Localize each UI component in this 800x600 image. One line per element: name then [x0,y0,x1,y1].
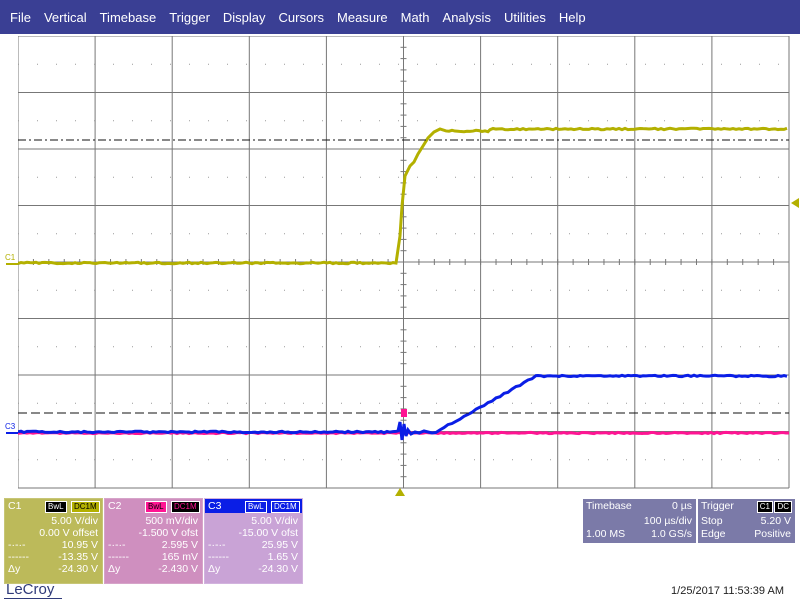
cursor1-icon: -·-·- [108,540,125,551]
menu-timebase[interactable]: Timebase [90,10,157,25]
c3-delta: -24.30 V [258,564,298,575]
trigger-type: Edge [701,528,726,540]
c3-ground-line [6,432,18,434]
c3-cursor2: 1.65 V [268,552,298,563]
cursor2-icon: ------ [208,552,229,563]
cursor1-icon: -·-·- [8,540,25,551]
c3-bw-tag: BwL [245,501,267,513]
timestamp: 1/25/2017 11:53:39 AM [671,585,784,597]
trigger-level: 5.20 V [761,515,791,527]
c2-trigger-marker [401,409,407,417]
cursor1-icon: -·-·- [208,540,225,551]
c2-offset: -1.500 V ofst [138,528,198,539]
c1-scale: 5.00 V/div [51,516,98,527]
menu-analysis[interactable]: Analysis [433,10,491,25]
timebase-scale: 100 µs/div [644,515,692,527]
c3-cursor1: 25.95 V [262,540,298,551]
c2-label: C2 [108,500,121,512]
waveform-svg [18,36,800,496]
trigger-panel[interactable]: Trigger C1 DC Stop 5.20 V Edge Positive [698,499,795,543]
c1-delta: -24.30 V [58,564,98,575]
c2-cursor1: 2.595 V [162,540,198,551]
c2-delta: -2.430 V [158,564,198,575]
c1-offset: 0.00 V offset [39,528,98,539]
trace-c3 [18,375,787,440]
menu-display[interactable]: Display [213,10,266,25]
menu-vertical[interactable]: Vertical [34,10,87,25]
timebase-rate: 1.0 GS/s [651,528,692,540]
menu-utilities[interactable]: Utilities [494,10,546,25]
menu-file[interactable]: File [0,10,31,25]
cursor2-icon: ------ [108,552,129,563]
timebase-panel[interactable]: Timebase 0 µs 100 µs/div 1.00 MS 1.0 GS/s [583,499,696,543]
cursor2-icon: ------ [8,552,29,563]
trigger-label: Trigger [701,500,734,512]
menu-help[interactable]: Help [549,10,586,25]
c1-coupling-tag: DC1M [71,501,100,513]
c1-bw-tag: BwL [45,501,67,513]
c3-coupling-tag: DC1M [271,501,300,513]
menu-math[interactable]: Math [391,10,430,25]
menu-measure[interactable]: Measure [327,10,388,25]
trigger-time-arrow [395,488,405,496]
waveform-display[interactable]: C1 C3 [18,36,789,488]
logo-underline [4,598,62,599]
timebase-delay: 0 µs [672,500,692,512]
c1-ground-line [6,263,18,265]
c3-header: C3 BwL DC1M [205,499,302,513]
c1-ground-marker: C1 [5,253,15,262]
c1-cursor2: -13.35 V [58,552,98,563]
c2-cursor2: 165 mV [162,552,198,563]
c1-header: C1 BwL DC1M [5,499,102,513]
c3-ground-marker: C3 [5,422,15,431]
trigger-level-arrow [791,198,799,208]
c1-label: C1 [8,500,21,512]
trigger-source-tag: C1 [757,501,773,513]
c3-scale: 5.00 V/div [251,516,298,527]
channel-c1-panel[interactable]: C1 BwL DC1M 5.00 V/div 0.00 V offset -·-… [4,498,103,584]
c2-coupling-tag: DC1M [171,501,200,513]
c3-label: C3 [208,500,221,512]
menu-trigger[interactable]: Trigger [159,10,210,25]
c1-cursor1: 10.95 V [62,540,98,551]
menu-bar: File Vertical Timebase Trigger Display C… [0,0,800,34]
lecroy-logo: LeCroy [6,581,54,598]
trigger-coupling-tag: DC [774,501,792,513]
c2-scale: 500 mV/div [145,516,198,527]
channel-c2-panel[interactable]: C2 BwL DC1M 500 mV/div -1.500 V ofst -·-… [104,498,203,584]
c2-delta-label: Δy [108,564,120,575]
timebase-points: 1.00 MS [586,528,625,540]
c1-delta-label: Δy [8,564,20,575]
menu-cursors[interactable]: Cursors [269,10,325,25]
c3-offset: -15.00 V ofst [238,528,298,539]
trigger-slope: Positive [754,528,791,540]
trigger-mode: Stop [701,515,723,527]
c3-delta-label: Δy [208,564,220,575]
c2-header: C2 BwL DC1M [105,499,202,513]
timebase-label: Timebase [586,500,632,512]
c2-bw-tag: BwL [145,501,167,513]
channel-c3-panel[interactable]: C3 BwL DC1M 5.00 V/div -15.00 V ofst -·-… [204,498,303,584]
